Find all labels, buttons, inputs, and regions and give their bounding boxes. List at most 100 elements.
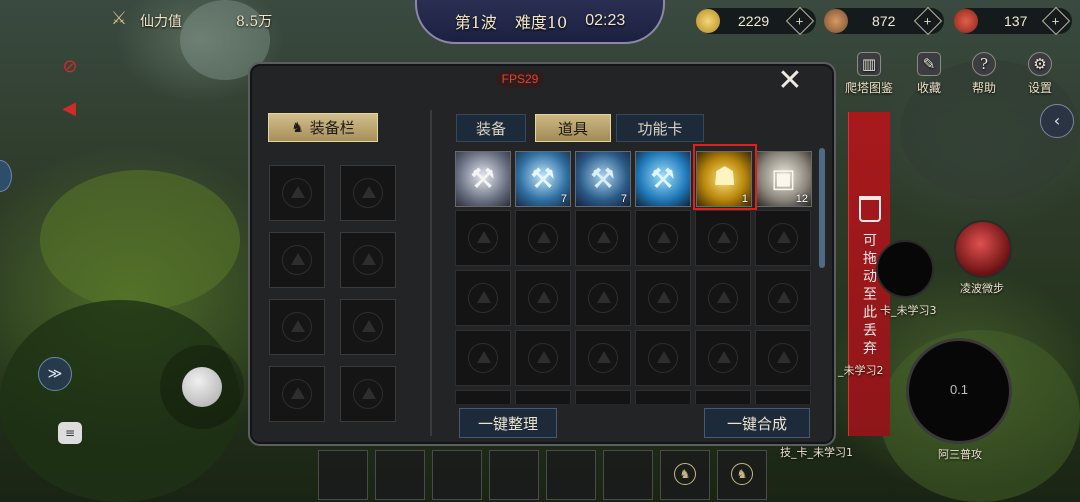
collapse-right-icon[interactable]: ‹	[1040, 104, 1074, 138]
empty-slot-icon	[708, 223, 738, 253]
menu-settings[interactable]: ⚙ 设置	[1015, 52, 1065, 96]
chest-icon: ▣	[771, 164, 796, 194]
settings-icon: ⚙	[1028, 52, 1052, 76]
empty-item-slot[interactable]	[695, 210, 751, 266]
tab-equipment[interactable]: 装备	[456, 114, 526, 142]
empty-item-slot[interactable]	[515, 390, 571, 404]
joystick-knob[interactable]	[182, 367, 222, 407]
equipment-bar-tab[interactable]: ♞ 装备栏	[268, 113, 378, 142]
menu-help[interactable]: ? 帮助	[959, 52, 1009, 96]
item-grid-scrollbar[interactable]	[819, 148, 825, 268]
menu-favorite[interactable]: ✎ 收藏	[904, 52, 954, 96]
equipment-slot[interactable]	[340, 232, 396, 288]
empty-item-slot[interactable]	[635, 390, 691, 404]
add-coin-button[interactable]: +	[785, 6, 815, 36]
panel-divider	[430, 110, 432, 436]
hotbar-slot[interactable]: ♞	[717, 450, 767, 500]
blue-hammer-item[interactable]: ⚒ 7	[575, 151, 631, 207]
empty-item-slot[interactable]	[515, 210, 571, 266]
speaker-muted-icon[interactable]: ◀	[56, 98, 82, 122]
basic-attack-button[interactable]: 0.1	[906, 338, 1012, 444]
empty-slot-icon	[768, 283, 798, 313]
empty-slot-icon	[528, 343, 558, 373]
hotbar-slot[interactable]	[489, 450, 539, 500]
skill-slot-3-label: 卡_未学习3	[880, 304, 937, 317]
empty-item-slot[interactable]	[755, 210, 811, 266]
frost-hammer-item[interactable]: ⚒	[635, 151, 691, 207]
hotbar-slot[interactable]	[603, 450, 653, 500]
hammer-icon: ⚒	[590, 162, 616, 195]
empty-item-slot[interactable]	[575, 330, 631, 386]
sort-all-button[interactable]: 一键整理	[459, 408, 557, 438]
menu-label: 帮助	[971, 81, 996, 95]
menu-label: 收藏	[916, 81, 941, 95]
empty-item-slot[interactable]	[695, 330, 751, 386]
empty-item-slot[interactable]	[575, 390, 631, 404]
close-button[interactable]: ✕	[776, 66, 804, 96]
equipment-slot[interactable]	[340, 299, 396, 355]
item-count: 12	[795, 193, 808, 205]
empty-item-slot[interactable]	[455, 210, 511, 266]
empty-slot-icon	[282, 245, 312, 275]
empty-item-slot[interactable]	[455, 330, 511, 386]
hotbar-slot[interactable]	[375, 450, 425, 500]
equipment-slot[interactable]	[340, 165, 396, 221]
equipment-slot[interactable]	[269, 165, 325, 221]
empty-item-slot[interactable]	[575, 270, 631, 326]
empty-item-slot[interactable]	[455, 270, 511, 326]
skill-slot-3[interactable]	[876, 240, 934, 298]
empty-slot-icon	[282, 178, 312, 208]
equipment-slot[interactable]	[269, 366, 325, 422]
item-count: 7	[620, 193, 627, 205]
empty-slot-icon	[648, 283, 678, 313]
empty-item-slot[interactable]	[635, 210, 691, 266]
empty-slot-icon	[353, 178, 383, 208]
ice-hammer-item[interactable]: ⚒ 7	[515, 151, 571, 207]
equipment-slot[interactable]	[340, 366, 396, 422]
add-flag-button[interactable]: +	[1041, 6, 1071, 36]
fps-counter: FPS29	[496, 70, 544, 88]
equipment-slot[interactable]	[269, 232, 325, 288]
empty-item-slot[interactable]	[455, 390, 511, 404]
mic-muted-icon[interactable]: ⊘	[58, 56, 82, 80]
empty-item-slot[interactable]	[755, 390, 811, 404]
power-label: 仙力值	[140, 14, 182, 30]
silver-axe-item[interactable]: ⚒	[455, 151, 511, 207]
wave-number: 第1波	[454, 13, 497, 32]
qinggong-skill-button[interactable]	[954, 220, 1012, 278]
empty-item-slot[interactable]	[575, 210, 631, 266]
add-wood-button[interactable]: +	[913, 6, 943, 36]
hotbar-slot[interactable]	[432, 450, 482, 500]
empty-slot-icon	[768, 223, 798, 253]
empty-slot-icon	[768, 343, 798, 373]
hotbar-slot[interactable]	[318, 450, 368, 500]
equipment-slot[interactable]	[269, 299, 325, 355]
tab-items[interactable]: 道具	[535, 114, 611, 142]
trash-hint-char: 弃	[863, 341, 877, 357]
empty-item-slot[interactable]	[755, 270, 811, 326]
hotbar-slot[interactable]	[546, 450, 596, 500]
empty-item-slot[interactable]	[695, 270, 751, 326]
empty-slot-icon	[282, 312, 312, 342]
empty-slot-icon	[468, 283, 498, 313]
menu-tower-guide[interactable]: ▥ 爬塔图鉴	[838, 52, 900, 96]
empty-item-slot[interactable]	[515, 270, 571, 326]
empty-item-slot[interactable]	[695, 390, 751, 404]
joystick[interactable]	[160, 345, 244, 429]
tower-guide-icon: ▥	[857, 52, 881, 76]
empty-item-slot[interactable]	[755, 330, 811, 386]
hotbar-slot[interactable]: ♞	[660, 450, 710, 500]
dash-button-icon[interactable]: ≫	[38, 357, 72, 391]
power-value: 8.5万	[236, 14, 273, 30]
empty-item-slot[interactable]	[635, 270, 691, 326]
attack-cooldown: 0.1	[949, 382, 969, 397]
helmet-icon: ♞	[674, 463, 696, 485]
power-icon: ⚔	[110, 8, 128, 29]
chat-icon[interactable]: ≡	[58, 422, 82, 444]
tab-function-cards[interactable]: 功能卡	[616, 114, 704, 142]
merge-all-button[interactable]: 一键合成	[704, 408, 810, 438]
empty-item-slot[interactable]	[515, 330, 571, 386]
resource-value: 137	[1004, 13, 1028, 29]
treasure-chest-item[interactable]: ▣ 12	[756, 151, 812, 207]
empty-item-slot[interactable]	[635, 330, 691, 386]
